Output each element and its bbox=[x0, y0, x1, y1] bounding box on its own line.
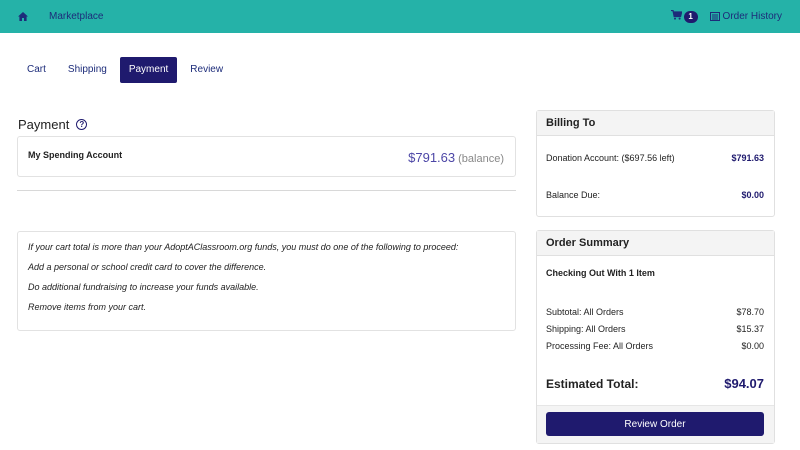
summary-row: Processing Fee: All Orders $0.00 bbox=[546, 341, 764, 351]
summary-row: Subtotal: All Orders $78.70 bbox=[546, 307, 764, 317]
checkout-count: Checking Out With 1 Item bbox=[546, 268, 655, 278]
tab-review[interactable]: Review bbox=[181, 57, 232, 83]
divider bbox=[17, 190, 516, 191]
review-order-button[interactable]: Review Order bbox=[546, 412, 764, 436]
cart-button[interactable]: 1 bbox=[670, 9, 698, 23]
tab-cart[interactable]: Cart bbox=[18, 57, 55, 83]
account-amount: $791.63 bbox=[408, 150, 456, 165]
estimated-total-row: Estimated Total: $94.07 bbox=[546, 376, 764, 391]
order-summary-heading: Order Summary bbox=[537, 231, 774, 256]
cart-count-badge: 1 bbox=[683, 10, 698, 23]
order-history-link[interactable]: Order History bbox=[709, 11, 782, 22]
summary-row: Shipping: All Orders $15.37 bbox=[546, 324, 764, 334]
checkout-steps: Cart Shipping Payment Review bbox=[18, 57, 236, 83]
question-circle-icon[interactable]: ? bbox=[76, 119, 88, 130]
info-line: If your cart total is more than your Ado… bbox=[28, 242, 459, 252]
marketplace-link[interactable]: Marketplace bbox=[49, 11, 103, 22]
list-icon bbox=[709, 12, 720, 21]
account-name: My Spending Account bbox=[28, 150, 123, 160]
donation-account-value: $791.63 bbox=[731, 153, 764, 163]
summary-value: $15.37 bbox=[736, 324, 764, 334]
billing-panel: Billing To Donation Account: ($697.56 le… bbox=[536, 110, 775, 217]
info-line: Remove items from your cart. bbox=[28, 302, 147, 312]
estimated-total-value: $94.07 bbox=[724, 376, 764, 391]
spending-account-option[interactable]: My Spending Account $791.63 (balance) bbox=[17, 136, 516, 177]
donation-account-row: Donation Account: ($697.56 left) $791.63 bbox=[546, 153, 764, 163]
billing-heading: Billing To bbox=[537, 111, 774, 136]
summary-value: $78.70 bbox=[736, 307, 764, 317]
summary-label: Processing Fee: All Orders bbox=[546, 341, 654, 351]
info-line: Do additional fundraising to increase yo… bbox=[28, 282, 259, 292]
summary-footer: Review Order bbox=[537, 405, 774, 443]
summary-label: Subtotal: All Orders bbox=[546, 307, 624, 317]
summary-value: $0.00 bbox=[741, 341, 764, 351]
donation-account-label: Donation Account: ($697.56 left) bbox=[546, 153, 675, 163]
order-history-label: Order History bbox=[722, 11, 782, 22]
top-navbar: Marketplace 1 Order History bbox=[0, 0, 800, 33]
order-summary-panel: Order Summary Checking Out With 1 Item S… bbox=[536, 230, 775, 444]
funds-info-box: If your cart total is more than your Ado… bbox=[17, 231, 516, 331]
balance-due-label: Balance Due: bbox=[546, 190, 601, 200]
tab-shipping[interactable]: Shipping bbox=[59, 57, 116, 83]
balance-due-row: Balance Due: $0.00 bbox=[546, 190, 764, 200]
cart-icon bbox=[670, 9, 682, 23]
info-line: Add a personal or school credit card to … bbox=[28, 262, 267, 272]
page-title: Payment bbox=[18, 117, 70, 132]
summary-label: Shipping: All Orders bbox=[546, 324, 626, 334]
tab-payment[interactable]: Payment bbox=[119, 57, 178, 83]
balance-due-value: $0.00 bbox=[741, 190, 764, 200]
estimated-total-label: Estimated Total: bbox=[546, 376, 639, 391]
home-icon[interactable] bbox=[18, 12, 32, 21]
account-balance: $791.63 (balance) bbox=[408, 150, 504, 165]
balance-note: (balance) bbox=[458, 153, 504, 165]
payment-heading: Payment ? bbox=[18, 117, 88, 132]
